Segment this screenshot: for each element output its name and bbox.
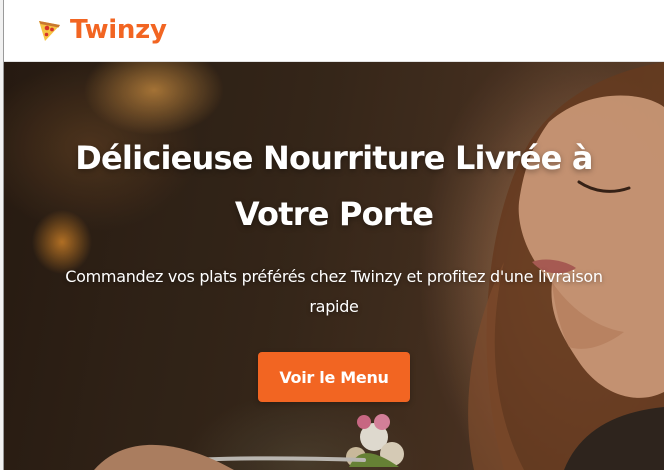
- view-menu-button[interactable]: Voir le Menu: [258, 352, 410, 402]
- hero-title: Délicieuse Nourriture Livrée à Votre Por…: [75, 139, 593, 233]
- pizza-slice-icon: [39, 21, 60, 41]
- brand-name: Twinzy: [70, 15, 167, 45]
- hero-section: Délicieuse Nourriture Livrée à Votre Por…: [4, 62, 664, 470]
- brand-logo[interactable]: Twinzy: [36, 12, 167, 48]
- hero-subtitle: Commandez vos plats préférés chez Twinzy…: [65, 267, 603, 316]
- navbar: Twinzy: [4, 0, 664, 62]
